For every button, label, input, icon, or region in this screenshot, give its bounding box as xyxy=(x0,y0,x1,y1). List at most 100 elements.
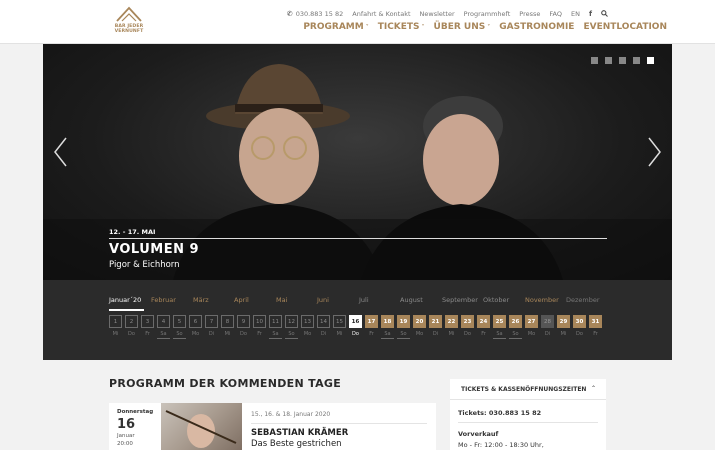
calendar-day: 5 xyxy=(173,315,186,328)
calendar-day[interactable]: 18 xyxy=(381,315,394,328)
event-day: 16 xyxy=(117,417,136,432)
weekday-label: Sa xyxy=(269,331,282,339)
slider-dot[interactable] xyxy=(633,57,640,64)
month-tab-6[interactable]: Juni xyxy=(317,296,329,304)
main-nav-item-tickets[interactable]: TICKETS ˅ xyxy=(378,22,425,32)
chevron-down-icon: ˅ xyxy=(487,23,491,31)
weekday-label: Do xyxy=(352,331,359,337)
hero-slider: 12. - 17. MAI VOLUMEN 9 Pigor & Eichhorn xyxy=(43,44,672,280)
calendar-day[interactable]: 16 xyxy=(349,315,362,328)
calendar-day[interactable]: 23 xyxy=(461,315,474,328)
calendar-day[interactable]: 28 xyxy=(541,315,554,328)
hero-title[interactable]: VOLUMEN 9 xyxy=(109,242,199,257)
weekday-label: So xyxy=(397,331,410,339)
calendar-day: 1 xyxy=(109,315,122,328)
weekday-label: Fr xyxy=(481,331,486,337)
event-card[interactable]: Donnerstag 16 Januar 20:00 15., 16. & 18… xyxy=(109,403,436,450)
event-image[interactable] xyxy=(161,403,242,450)
weekday-label: Di xyxy=(320,331,327,337)
search-icon[interactable] xyxy=(601,9,608,19)
tickets-phone[interactable]: Tickets: 030.883 15 82 xyxy=(458,409,541,417)
weekday-label: Do xyxy=(464,331,471,337)
tickets-divider xyxy=(458,422,598,423)
calendar-day: 2 xyxy=(125,315,138,328)
top-nav-link-programmheft[interactable]: Programmheft xyxy=(464,10,511,18)
top-nav-link-faq[interactable]: FAQ xyxy=(549,10,562,18)
calendar-day[interactable]: 24 xyxy=(477,315,490,328)
calendar-day: 3 xyxy=(141,315,154,328)
slider-prev-arrow[interactable] xyxy=(53,137,67,167)
calendar-day[interactable]: 19 xyxy=(397,315,410,328)
top-nav-link-newsletter[interactable]: Newsletter xyxy=(420,10,455,18)
month-tab-4[interactable]: April xyxy=(234,296,249,304)
tickets-box: TICKETS & KASSENÖFFNUNGSZEITEN ⌃ Tickets… xyxy=(450,379,606,450)
calendar-day[interactable]: 21 xyxy=(429,315,442,328)
weekday-label: Sa xyxy=(493,331,506,339)
weekday-label: Mo xyxy=(527,331,536,337)
weekday-label: Mi xyxy=(560,331,567,337)
logo[interactable]: BAR JEDER VERNUNFT xyxy=(111,6,147,38)
slider-next-arrow[interactable] xyxy=(648,137,662,167)
calendar-day[interactable]: 31 xyxy=(589,315,602,328)
weekday-label: So xyxy=(285,331,298,339)
event-artist[interactable]: SEBASTIAN KRÄMER xyxy=(251,428,348,438)
month-tab-11[interactable]: November xyxy=(525,296,559,304)
weekday-label: Sa xyxy=(381,331,394,339)
calendar-day: 12 xyxy=(285,315,298,328)
chevron-up-icon[interactable]: ⌃ xyxy=(591,385,596,392)
tickets-box-title[interactable]: TICKETS & KASSENÖFFNUNGSZEITEN xyxy=(461,386,586,393)
weekday-label: Di xyxy=(544,331,551,337)
slider-dot[interactable] xyxy=(591,57,598,64)
calendar-day[interactable]: 27 xyxy=(525,315,538,328)
main-nav-label: EVENTLOCATION xyxy=(583,22,667,32)
month-tab-2[interactable]: Februar xyxy=(151,296,176,304)
main-nav-label: GASTRONOMIE xyxy=(499,22,575,32)
weekday-label: Mo xyxy=(191,331,200,337)
weekday-label: Fr xyxy=(145,331,150,337)
main-nav-item-programm[interactable]: PROGRAMM ˅ xyxy=(303,22,368,32)
weekday-label: Di xyxy=(432,331,439,337)
calendar-day[interactable]: 25 xyxy=(493,315,506,328)
month-tab-10[interactable]: Oktober xyxy=(483,296,509,304)
main-nav-label: TICKETS xyxy=(377,22,420,32)
hero-date: 12. - 17. MAI xyxy=(109,228,156,236)
month-tab-8[interactable]: August xyxy=(400,296,423,304)
weekday-label: Mo xyxy=(303,331,312,337)
calendar-day[interactable]: 26 xyxy=(509,315,522,328)
event-divider xyxy=(251,423,427,424)
calendar-day: 6 xyxy=(189,315,202,328)
month-tab-7[interactable]: Juli xyxy=(359,296,369,304)
facebook-icon[interactable]: f xyxy=(589,10,592,18)
weekday-label: Sa xyxy=(157,331,170,339)
weekday-label: Mi xyxy=(224,331,231,337)
weekday-label: Do xyxy=(128,331,135,337)
top-nav-phone[interactable]: 030.883 15 82 xyxy=(296,10,344,18)
month-tab-5[interactable]: Mai xyxy=(276,296,287,304)
top-nav-link-contact[interactable]: Anfahrt & Kontakt xyxy=(352,10,410,18)
main-nav-item-eventlocation[interactable]: EVENTLOCATION xyxy=(583,22,667,32)
calendar-day[interactable]: 17 xyxy=(365,315,378,328)
main-nav-label: PROGRAMM xyxy=(303,22,364,32)
calendar-day: 7 xyxy=(205,315,218,328)
month-tab-1[interactable]: Januar´20 xyxy=(109,296,141,304)
slider-dot[interactable] xyxy=(605,57,612,64)
month-tab-3[interactable]: März xyxy=(193,296,209,304)
main-nav-item-über-uns[interactable]: ÜBER UNS ˅ xyxy=(434,22,491,32)
event-weekday: Donnerstag xyxy=(117,409,154,415)
calendar-day[interactable]: 20 xyxy=(413,315,426,328)
month-tab-12[interactable]: Dezember xyxy=(566,296,600,304)
slider-dot[interactable] xyxy=(619,57,626,64)
program-heading: PROGRAMM DER KOMMENDEN TAGE xyxy=(109,377,342,390)
calendar-day[interactable]: 22 xyxy=(445,315,458,328)
top-nav-link-language[interactable]: EN xyxy=(571,10,580,18)
calendar-day: 9 xyxy=(237,315,250,328)
day-row: 1 2 3 4 5 6 7 8 9 10 11 12 13 14 15 16 17 18 19 20 21 22 23 24 2… xyxy=(109,315,605,328)
calendar-day: 4 xyxy=(157,315,170,328)
calendar-day[interactable]: 29 xyxy=(557,315,570,328)
top-nav-link-presse[interactable]: Presse xyxy=(519,10,540,18)
slider-dot[interactable] xyxy=(647,57,654,64)
event-show-title[interactable]: Das Beste gestrichen xyxy=(251,439,342,449)
calendar-day[interactable]: 30 xyxy=(573,315,586,328)
main-nav-item-gastronomie[interactable]: GASTRONOMIE xyxy=(499,22,574,32)
month-tab-9[interactable]: September xyxy=(442,296,478,304)
